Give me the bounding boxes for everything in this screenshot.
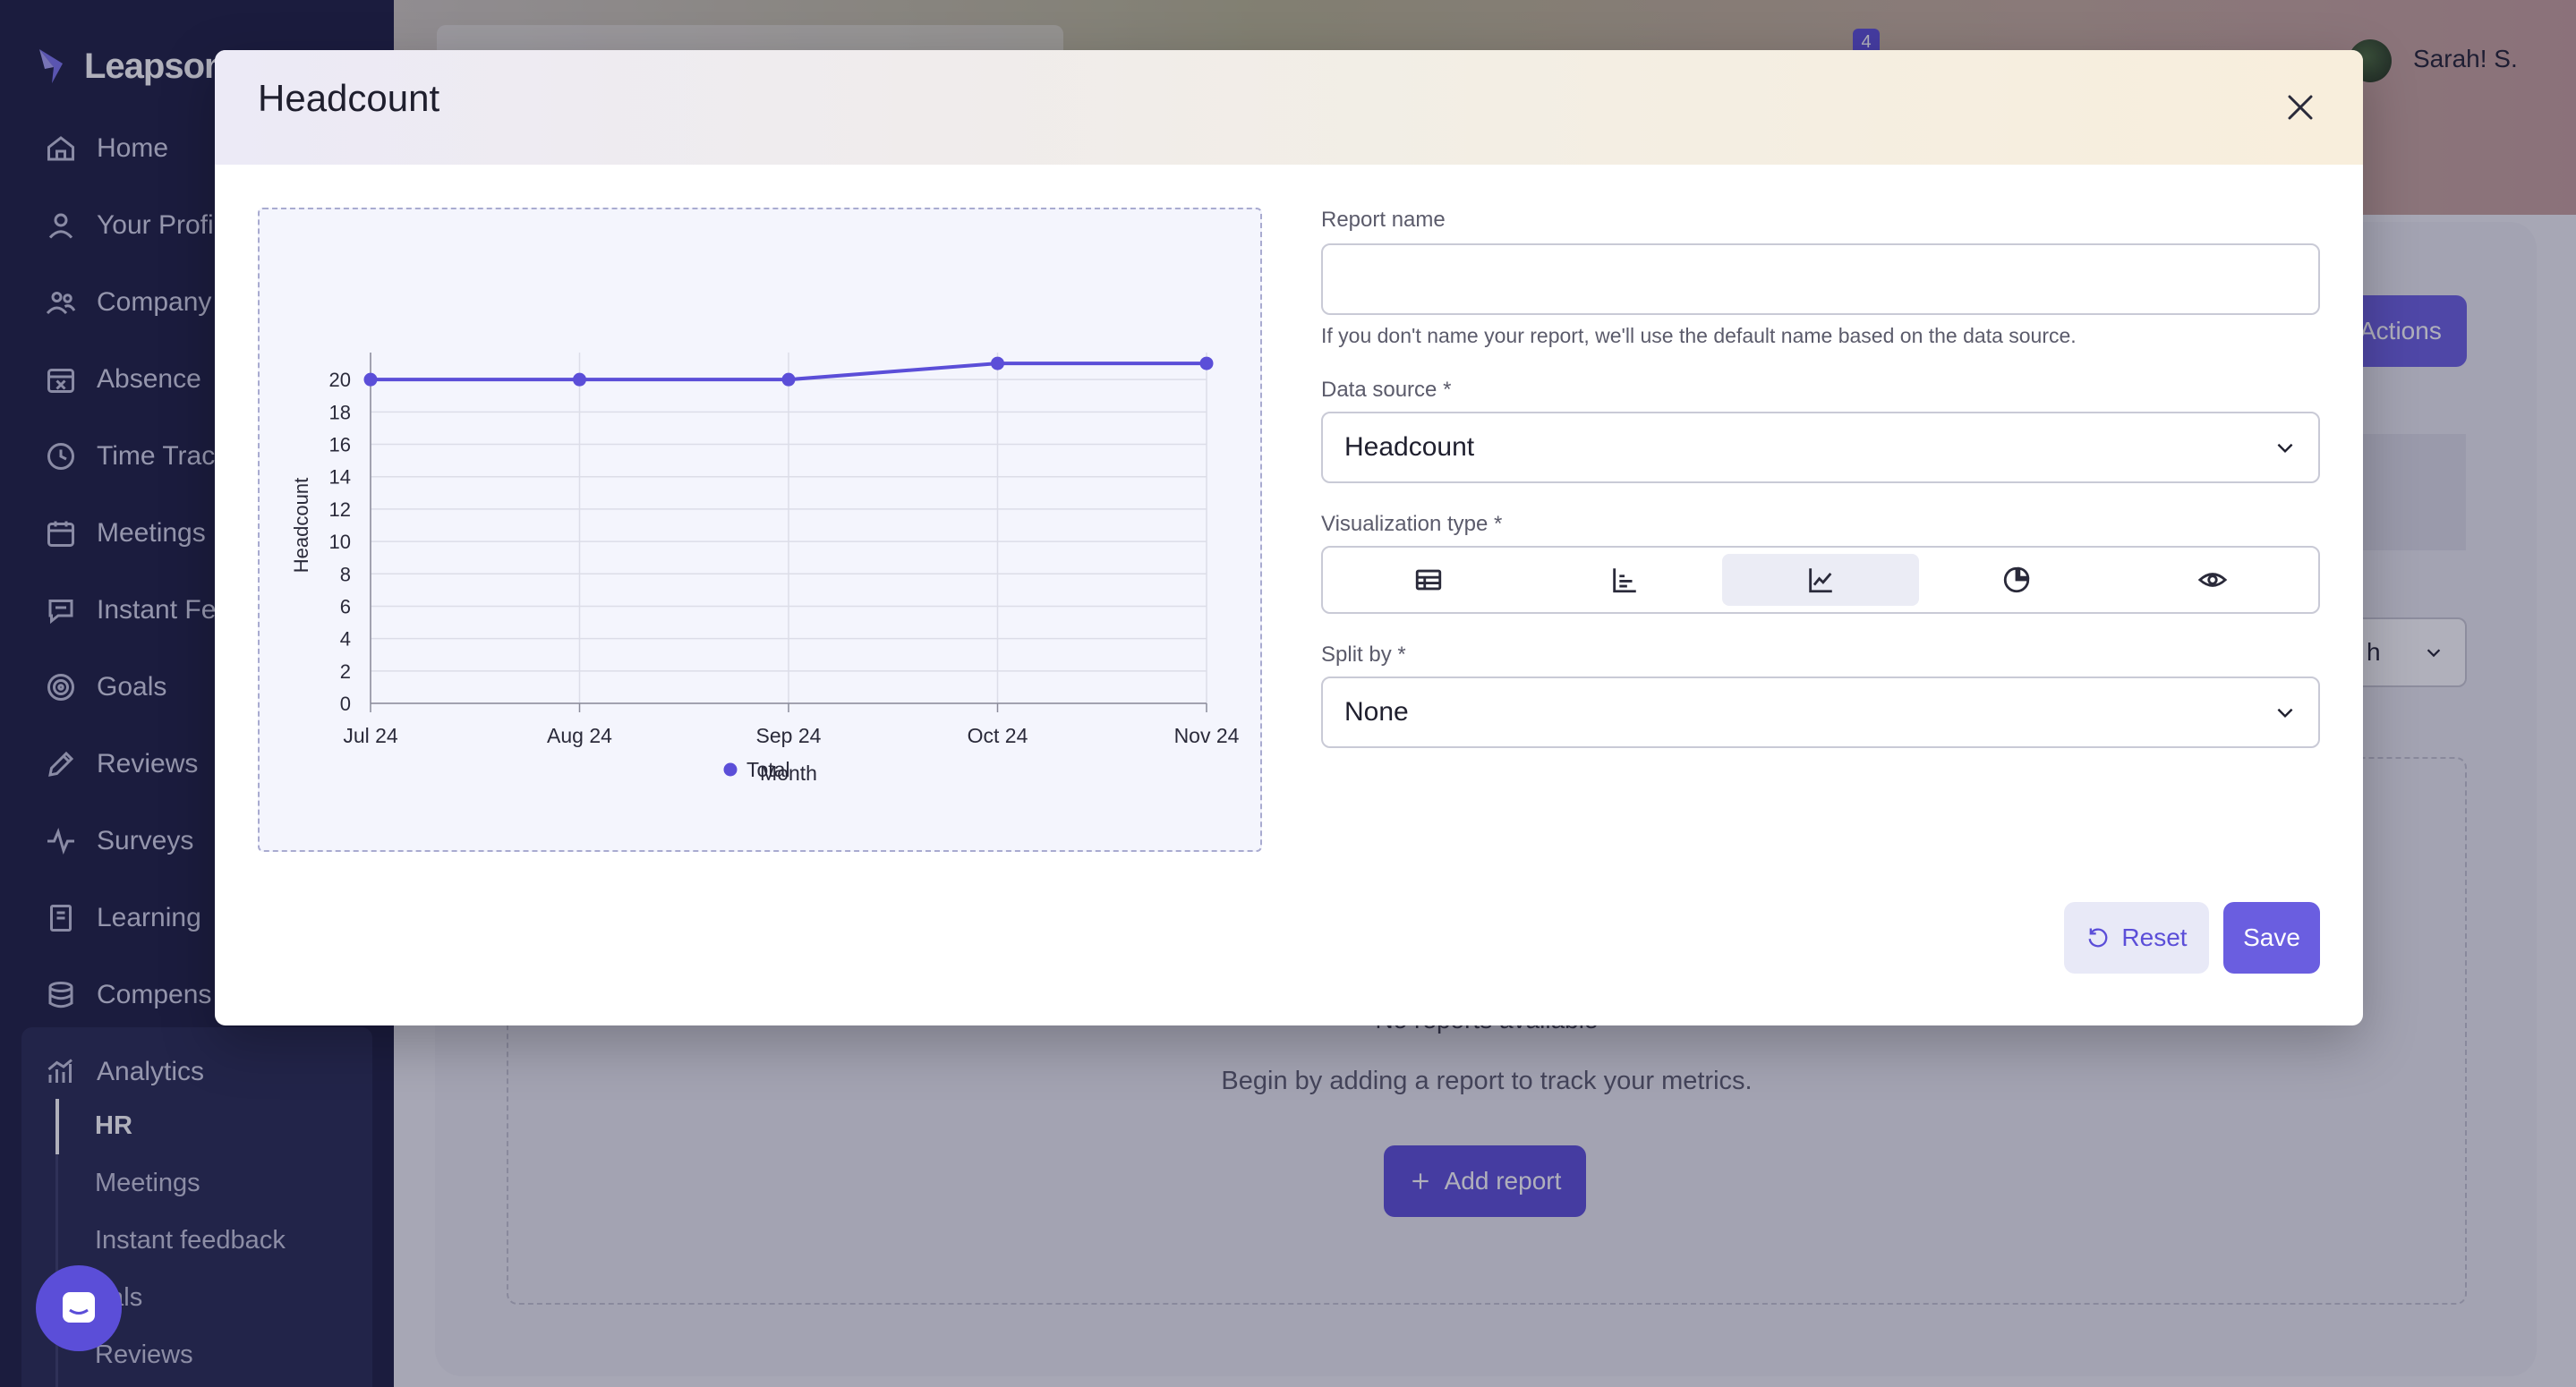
report-name-helper: If you don't name your report, we'll use… <box>1321 324 2077 347</box>
line-chart-icon <box>1809 568 1832 593</box>
chart-preview: 0 2 4 6 8 10 12 14 16 18 20 Jul 24 Aug 24 Sep 24 Oct 2… <box>258 208 1262 852</box>
reset-icon <box>2088 928 2108 948</box>
legend-label: Total <box>746 758 790 781</box>
data-source-select[interactable]: Headcount <box>1321 412 2320 483</box>
table-icon <box>1415 569 1441 591</box>
report-name-label: Report name <box>1321 208 1446 232</box>
report-name-input[interactable] <box>1321 243 2320 315</box>
data-source-label: Data source * <box>1321 378 1452 402</box>
data-point <box>991 356 1004 370</box>
bar-chart-icon <box>1613 568 1636 593</box>
chat-launcher[interactable] <box>36 1265 122 1351</box>
chevron-down-icon <box>2277 443 2293 454</box>
viz-option-pie[interactable] <box>1919 554 2115 606</box>
chat-icon <box>63 1292 95 1323</box>
eye-icon <box>2198 573 2228 587</box>
data-point <box>1199 356 1214 370</box>
viz-option-table[interactable] <box>1330 554 1526 606</box>
viz-option-preview[interactable] <box>2115 554 2311 606</box>
y-tick-label: 20 <box>329 369 351 391</box>
x-tick-label: Sep 24 <box>756 724 822 747</box>
y-tick-label: 4 <box>340 628 351 651</box>
data-source-value: Headcount <box>1344 432 1475 462</box>
viz-type-label: Visualization type * <box>1321 512 1503 536</box>
x-tick-label: Nov 24 <box>1174 724 1240 747</box>
viz-option-bar[interactable] <box>1526 554 1722 606</box>
headcount-line-chart: 0 2 4 6 8 10 12 14 16 18 20 Jul 24 Aug 24 Sep 24 Oct 2… <box>290 353 1240 785</box>
split-by-value: None <box>1344 697 1409 727</box>
x-tick-label: Jul 24 <box>343 724 398 747</box>
viz-option-line[interactable] <box>1722 554 1919 606</box>
y-tick-label: 12 <box>329 498 351 521</box>
x-tick-label: Aug 24 <box>547 724 612 747</box>
viz-type-toggle <box>1321 546 2320 614</box>
legend-marker <box>723 762 738 777</box>
report-modal: Headcount 0 2 4 6 8 10 12 14 16 18 20 Jul 24 Aug 24 S… <box>215 50 2363 1025</box>
reset-button[interactable]: Reset <box>2064 902 2209 974</box>
data-point <box>363 372 378 387</box>
modal-header <box>215 50 2363 165</box>
chevron-down-icon <box>2277 708 2293 719</box>
split-by-select[interactable]: None <box>1321 676 2320 748</box>
split-by-label: Split by * <box>1321 642 1406 667</box>
y-tick-label: 10 <box>329 531 351 553</box>
x-tick-label: Oct 24 <box>968 724 1028 747</box>
close-icon <box>2288 95 2313 120</box>
y-tick-label: 8 <box>340 563 351 585</box>
modal-title: Headcount <box>258 77 440 119</box>
close-button[interactable] <box>2275 82 2325 132</box>
y-axis-title: Headcount <box>290 478 312 573</box>
y-tick-label: 6 <box>340 595 351 617</box>
pie-chart-icon <box>2004 566 2030 593</box>
y-tick-label: 16 <box>329 434 351 456</box>
save-button[interactable]: Save <box>2223 902 2320 974</box>
y-tick-label: 14 <box>329 466 351 489</box>
y-tick-label: 2 <box>340 660 351 683</box>
y-tick-label: 18 <box>329 401 351 423</box>
data-point <box>781 372 796 387</box>
data-point <box>573 372 586 387</box>
reset-label: Reset <box>2121 923 2188 951</box>
y-tick-label: 0 <box>340 693 351 715</box>
